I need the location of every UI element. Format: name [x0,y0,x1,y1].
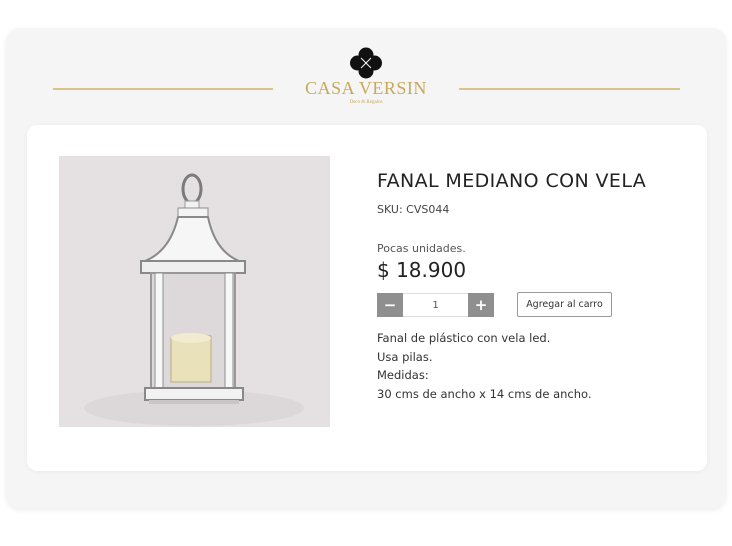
description-line: Usa pilas. [377,349,433,364]
quantity-increase-button[interactable]: + [468,293,494,317]
quantity-input[interactable] [403,293,468,317]
stock-note: Pocas unidades. [377,242,466,255]
flower-logo-icon[interactable] [349,47,383,79]
brand-tagline: Deco & Regalos [349,100,383,105]
description-line: Fanal de plástico con vela led. [377,331,551,345]
product-price: $ 18.900 [377,258,467,282]
product-description: Fanal de plástico con vela led. Usa pila… [377,329,592,403]
product-title: FANAL MEDIANO CON VELA [377,170,647,192]
header-divider-right [459,88,680,90]
header-divider-left [53,88,273,90]
lantern-with-candle-image [59,156,330,427]
product-sku: SKU: CVS044 [377,203,450,216]
description-line: 30 cms de ancho x 14 cms de ancho. [377,386,592,401]
brand-name[interactable]: CASA VERSIN [280,78,452,99]
add-to-cart-button[interactable]: Agregar al carro [517,292,612,317]
description-line: Medidas: [377,368,429,382]
product-image[interactable] [59,156,330,427]
quantity-decrease-button[interactable]: − [377,293,403,317]
